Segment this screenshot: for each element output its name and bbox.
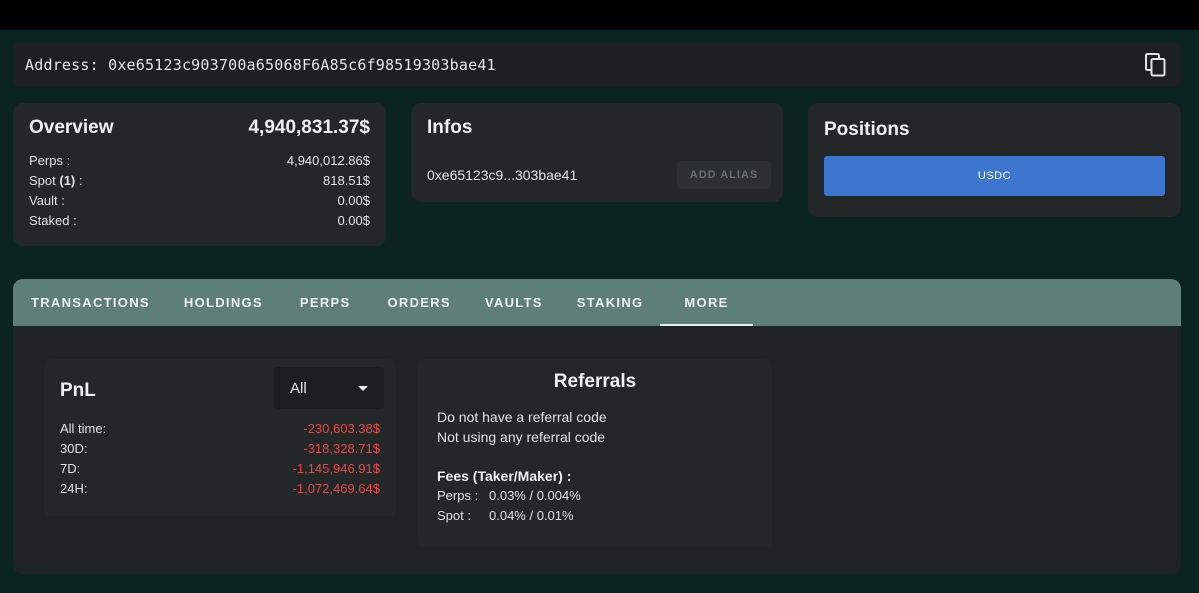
tabs-panel: TRANSACTIONS HOLDINGS PERPS ORDERS VAULT…: [13, 279, 1181, 574]
pnl-row-label: All time:: [60, 421, 107, 436]
positions-title: Positions: [824, 119, 910, 140]
overview-row-value: 4,940,012.86$: [286, 153, 370, 168]
fee-row-spot: Spot : 0.04% / 0.01%: [437, 506, 753, 526]
copy-icon[interactable]: [1145, 53, 1167, 77]
pnl-row-all-time: All time: -230,603.38$: [60, 419, 380, 439]
referral-status-line: Do not have a referral code: [437, 409, 607, 425]
fee-label: Spot :: [437, 508, 471, 523]
pnl-row-30d: 30D: -318,328.71$: [60, 439, 380, 459]
overview-card: Overview 4,940,831.37$ Perps : 4,940,012…: [13, 103, 386, 246]
referrals-card: Referrals Do not have a referral code No…: [418, 359, 772, 547]
fee-label: Perps :: [437, 488, 479, 503]
referral-status-line: Not using any referral code: [437, 429, 606, 445]
pnl-row-24h: 24H: -1,072,469.64$: [60, 479, 380, 499]
pnl-card: PnL All All time: -230,603.38$ 30D: -318…: [44, 359, 396, 516]
pnl-title: PnL: [60, 380, 96, 401]
pnl-period-value: All: [290, 379, 307, 397]
pnl-row-value: -230,603.38$: [303, 421, 380, 436]
pnl-row-label: 24H:: [60, 481, 88, 496]
tab-orders[interactable]: ORDERS: [368, 279, 467, 326]
usdc-position-bar[interactable]: USDC: [824, 156, 1165, 196]
infos-title: Infos: [427, 117, 473, 138]
positions-card: Positions USDC: [808, 103, 1181, 217]
tab-vaults[interactable]: VAULTS: [468, 279, 560, 326]
overview-row-value: 0.00$: [337, 193, 370, 208]
pnl-row-7d: 7D: -1,145,946.91$: [60, 459, 380, 479]
overview-row-vault: Vault : 0.00$: [29, 191, 370, 211]
fees-title: Fees (Taker/Maker) :: [437, 468, 572, 484]
overview-row-label: Perps :: [29, 153, 71, 168]
pnl-row-value: -1,145,946.91$: [292, 461, 380, 476]
tab-holdings[interactable]: HOLDINGS: [167, 279, 280, 326]
pnl-row-value: -318,328.71$: [303, 441, 380, 456]
fee-value: 0.03% / 0.004%: [489, 488, 581, 503]
address-text: Address: 0xe65123c903700a65068F6A85c6f98…: [25, 56, 496, 74]
add-alias-button[interactable]: ADD ALIAS: [677, 161, 771, 189]
spot-count: (1): [59, 173, 76, 188]
top-black-bar: [0, 0, 1199, 30]
short-address: 0xe65123c9...303bae41: [427, 167, 578, 183]
referrals-title: Referrals: [553, 371, 637, 392]
overview-row-staked: Staked : 0.00$: [29, 211, 370, 231]
overview-total: 4,940,831.37$: [248, 117, 370, 138]
pnl-period-select[interactable]: All: [274, 367, 384, 409]
pnl-row-label: 7D:: [60, 461, 81, 476]
tab-perps[interactable]: PERPS: [280, 279, 369, 326]
overview-row-value: 818.51$: [323, 173, 370, 188]
overview-row-perps: Perps : 4,940,012.86$: [29, 151, 370, 171]
tab-more[interactable]: MORE: [660, 279, 753, 326]
fee-value: 0.04% / 0.01%: [489, 508, 574, 523]
pnl-row-label: 30D:: [60, 441, 88, 456]
overview-row-label: Vault :: [29, 193, 65, 208]
address-label: Address:: [25, 55, 99, 74]
pnl-row-value: -1,072,469.64$: [292, 481, 380, 496]
tab-staking[interactable]: STAKING: [560, 279, 661, 326]
tab-bar: TRANSACTIONS HOLDINGS PERPS ORDERS VAULT…: [13, 279, 1181, 326]
address-bar: Address: 0xe65123c903700a65068F6A85c6f98…: [13, 42, 1181, 87]
overview-row-label: Staked :: [29, 213, 77, 228]
overview-row-value: 0.00$: [337, 213, 370, 228]
address-value: 0xe65123c903700a65068F6A85c6f98519303bae…: [108, 55, 496, 74]
tab-transactions[interactable]: TRANSACTIONS: [13, 279, 167, 326]
overview-title: Overview: [29, 117, 114, 138]
chevron-down-icon: [358, 385, 368, 391]
overview-row-spot: Spot (1) : 818.51$: [29, 171, 370, 191]
overview-row-label: Spot (1) :: [29, 173, 83, 188]
infos-card: Infos 0xe65123c9...303bae41 ADD ALIAS: [411, 103, 783, 202]
fee-row-perps: Perps : 0.03% / 0.004%: [437, 486, 753, 506]
